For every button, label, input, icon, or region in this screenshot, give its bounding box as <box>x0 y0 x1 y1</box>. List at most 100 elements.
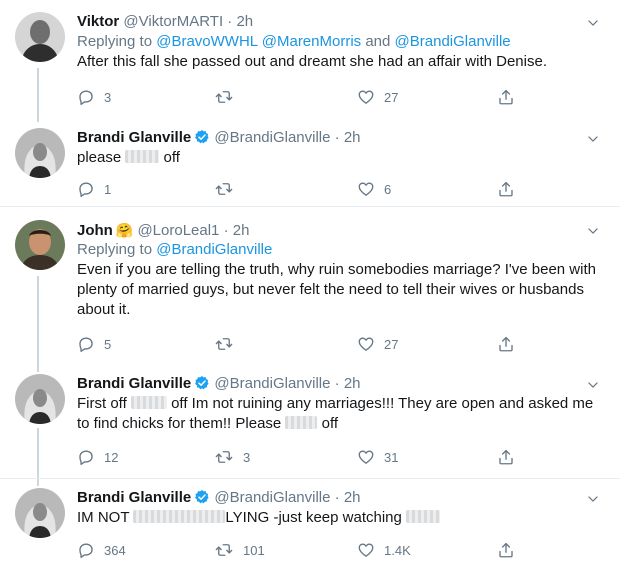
display-name[interactable]: John <box>77 222 113 239</box>
reply-button[interactable]: 12 <box>77 447 118 467</box>
reply-count: 1 <box>104 181 112 197</box>
reply-button[interactable]: 5 <box>77 334 111 354</box>
share-button[interactable] <box>497 447 515 467</box>
chevron-down-icon[interactable] <box>586 378 600 392</box>
share-icon <box>497 541 515 559</box>
display-name[interactable]: Brandi Glanville <box>77 375 191 392</box>
tweet-text: Even if you are telling the truth, why r… <box>77 261 596 318</box>
mention-link[interactable]: @MarenMorris <box>262 33 361 50</box>
retweet-button[interactable] <box>214 87 243 107</box>
verified-badge-icon <box>194 489 210 505</box>
tweet-text: After this fall she passed out and dream… <box>77 53 547 70</box>
avatar[interactable] <box>15 128 65 178</box>
tweet-header: Brandi Glanville @BrandiGlanville · 2h <box>77 128 608 148</box>
like-count: 27 <box>384 89 399 105</box>
share-button[interactable] <box>497 179 515 199</box>
user-handle[interactable]: @BrandiGlanville <box>214 489 330 506</box>
heart-icon <box>357 448 375 466</box>
mention-link[interactable]: @BrandiGlanville <box>395 33 511 50</box>
replying-to-label: Replying to <box>77 241 157 258</box>
retweet-button[interactable]: 101 <box>214 540 265 560</box>
mention-link[interactable]: @BrandiGlanville <box>156 241 272 258</box>
avatar[interactable] <box>15 12 65 62</box>
share-button[interactable] <box>497 540 515 560</box>
display-name[interactable]: Viktor <box>77 13 119 30</box>
tweet-header: John 🤗 @LoroLeal1 · 2h <box>77 220 608 240</box>
reply-count: 5 <box>104 336 112 352</box>
timestamp[interactable]: 2h <box>344 129 361 146</box>
verified-badge-icon <box>194 129 210 145</box>
tweet[interactable]: Brandi Glanville @BrandiGlanville · 2h p… <box>0 122 620 206</box>
separator-dot: · <box>334 489 340 506</box>
tweet-header: Viktor @ViktorMARTI · 2h <box>77 12 608 32</box>
heart-icon <box>357 180 375 198</box>
retweet-icon <box>214 180 234 198</box>
chevron-down-icon[interactable] <box>586 492 600 506</box>
tweet-text-part: off <box>317 415 339 432</box>
like-button[interactable]: 27 <box>357 87 398 107</box>
separator-dot: · <box>227 13 233 30</box>
censored-word <box>130 396 167 409</box>
retweet-button[interactable] <box>214 334 243 354</box>
tweet-text-part: LYING -just keep watching <box>225 509 407 526</box>
reply-button[interactable]: 3 <box>77 87 111 107</box>
reply-button[interactable]: 1 <box>77 179 111 199</box>
timestamp[interactable]: 2h <box>233 222 250 239</box>
chevron-down-icon[interactable] <box>586 224 600 238</box>
display-name[interactable]: Brandi Glanville <box>77 489 191 506</box>
like-count: 1.4K <box>384 542 411 558</box>
heart-icon <box>357 541 375 559</box>
tweet-text: please off <box>77 148 597 168</box>
heart-icon <box>357 335 375 353</box>
reply-count: 12 <box>104 449 119 465</box>
avatar[interactable] <box>15 488 65 538</box>
replying-to: Replying to @BravoWWHL @MarenMorris and … <box>77 32 608 52</box>
censored-word <box>133 510 226 523</box>
like-count: 27 <box>384 336 399 352</box>
share-icon <box>497 335 515 353</box>
timestamp[interactable]: 2h <box>344 489 361 506</box>
user-handle[interactable]: @BrandiGlanville <box>214 129 330 146</box>
retweet-icon <box>214 88 234 106</box>
tweet-text-part: IM NOT <box>77 509 134 526</box>
user-handle[interactable]: @ViktorMARTI <box>123 13 223 30</box>
chevron-down-icon[interactable] <box>586 16 600 30</box>
tweet-text: IM NOT LYING -just keep watching <box>77 508 597 528</box>
chevron-down-icon[interactable] <box>586 132 600 146</box>
tweet-text: First off off Im not ruining any marriag… <box>77 394 597 434</box>
censored-word <box>125 150 160 163</box>
separator-dot: · <box>334 129 340 146</box>
reply-button[interactable]: 364 <box>77 540 126 560</box>
like-button[interactable]: 6 <box>357 179 391 199</box>
like-button[interactable]: 31 <box>357 447 398 467</box>
comment-icon <box>77 335 95 353</box>
like-button[interactable]: 1.4K <box>357 540 411 560</box>
share-icon <box>497 88 515 106</box>
share-button[interactable] <box>497 87 515 107</box>
tweet[interactable]: Brandi Glanville @BrandiGlanville · 2h I… <box>0 479 620 581</box>
replying-to-join: and <box>361 33 395 50</box>
retweet-button[interactable]: 3 <box>214 447 250 467</box>
tweet-header: Brandi Glanville @BrandiGlanville · 2h <box>77 374 608 394</box>
replying-to-label: Replying to <box>77 33 157 50</box>
retweet-icon <box>214 448 234 466</box>
user-handle[interactable]: @LoroLeal1 <box>137 222 219 239</box>
user-handle[interactable]: @BrandiGlanville <box>214 375 330 392</box>
retweet-count: 101 <box>243 542 265 558</box>
retweet-button[interactable] <box>214 179 243 199</box>
tweet[interactable]: John 🤗 @LoroLeal1 · 2h Replying to @Brand… <box>0 207 620 363</box>
timestamp[interactable]: 2h <box>236 13 253 30</box>
tweet[interactable]: Viktor @ViktorMARTI · 2h Replying to @Br… <box>0 0 620 122</box>
avatar[interactable] <box>15 220 65 270</box>
timestamp[interactable]: 2h <box>344 375 361 392</box>
tweet-text-part: First off <box>77 395 131 412</box>
share-button[interactable] <box>497 334 515 354</box>
retweet-icon <box>214 541 234 559</box>
tweet[interactable]: Brandi Glanville @BrandiGlanville · 2h F… <box>0 363 620 478</box>
mention-link[interactable]: @BravoWWHL <box>156 33 257 50</box>
share-icon <box>497 180 515 198</box>
tweet-text-part: off <box>159 149 180 166</box>
avatar[interactable] <box>15 374 65 424</box>
display-name[interactable]: Brandi Glanville <box>77 129 191 146</box>
like-button[interactable]: 27 <box>357 334 398 354</box>
